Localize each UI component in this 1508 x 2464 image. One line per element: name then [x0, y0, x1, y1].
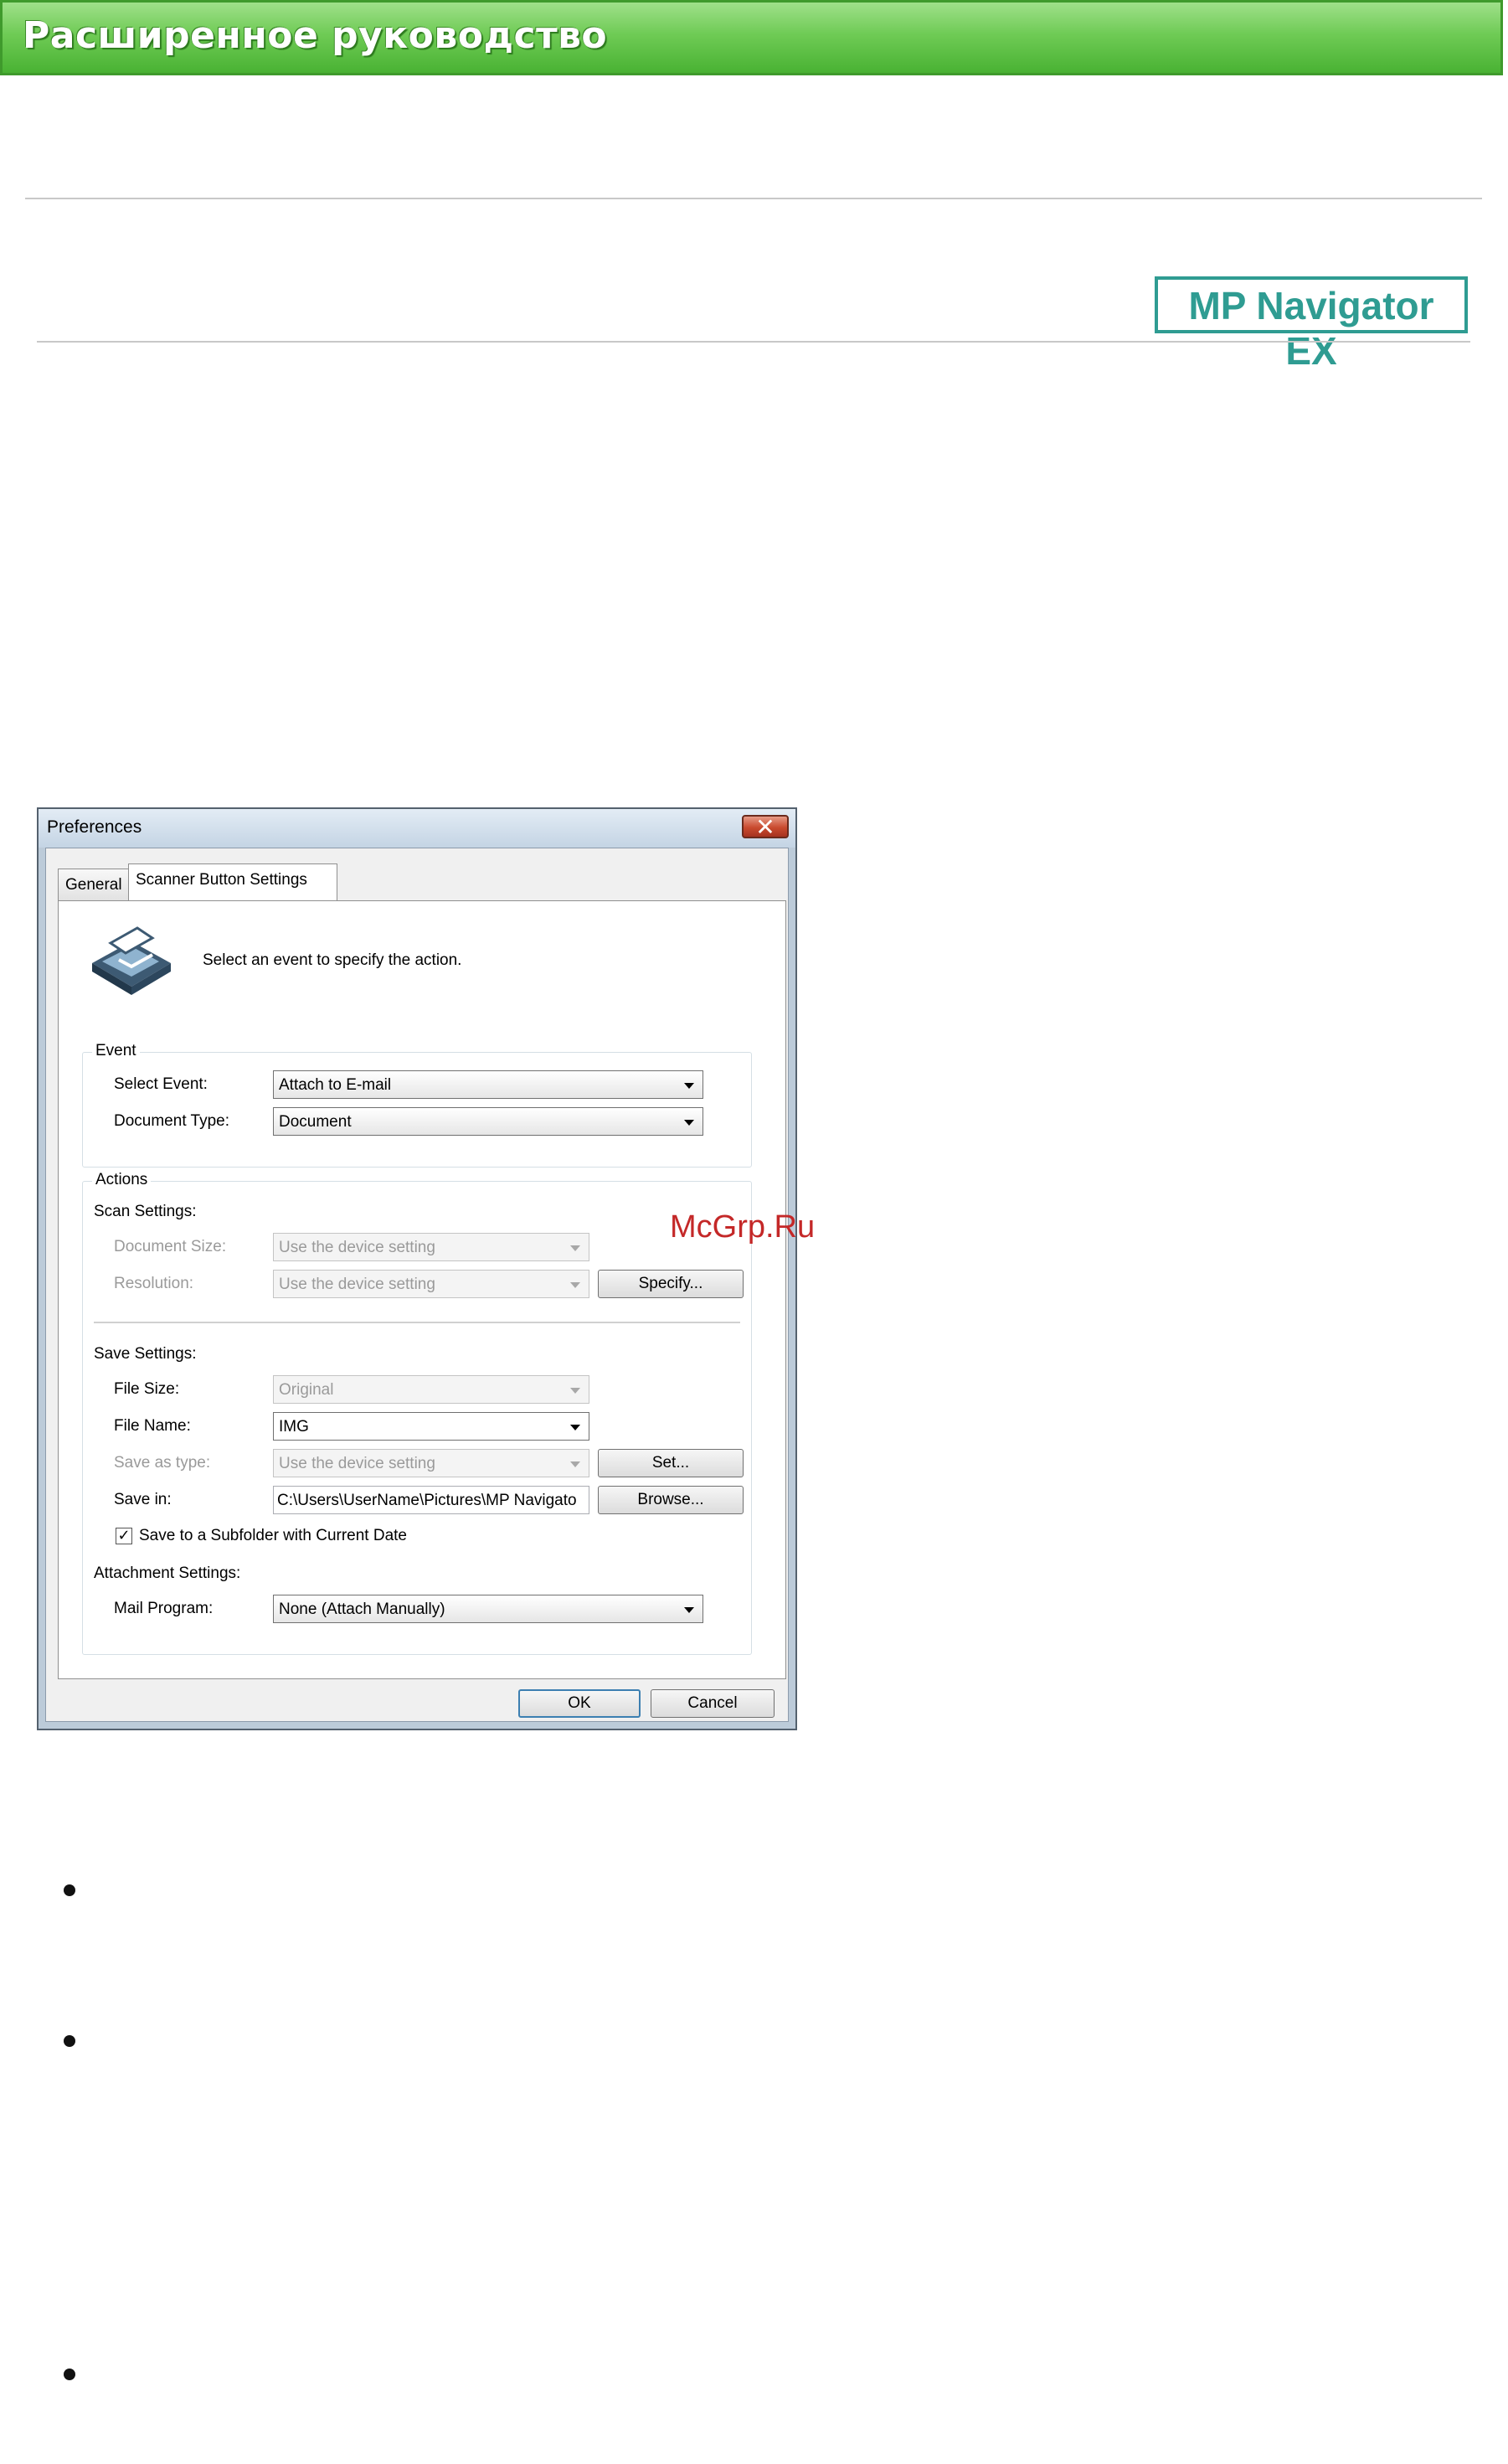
save-as-type-value: Use the device setting — [279, 1455, 435, 1472]
save-in-input[interactable]: C:\Users\UserName\Pictures\MP Navigato — [273, 1486, 589, 1514]
close-icon: ✕ — [755, 813, 775, 841]
tab-scanner-button-settings[interactable]: Scanner Button Settings — [128, 863, 337, 900]
header-banner: Расширенное руководство — [0, 0, 1503, 75]
tab-panel: Select an event to specify the action. E… — [58, 900, 786, 1679]
close-button[interactable]: ✕ — [742, 813, 789, 841]
separator — [94, 1322, 740, 1323]
chevron-down-icon — [570, 1461, 580, 1467]
watermark: McGrp.Ru — [670, 1209, 816, 1245]
cancel-button[interactable]: Cancel — [651, 1689, 775, 1718]
tab-scanner-button-settings-label: Scanner Button Settings — [136, 871, 307, 889]
chevron-down-icon — [684, 1120, 694, 1126]
specify-button[interactable]: Specify... — [598, 1270, 744, 1298]
actions-group-title: Actions — [92, 1171, 152, 1189]
mail-program-value: None (Attach Manually) — [279, 1601, 445, 1618]
document-size-combo[interactable]: Use the device setting — [273, 1233, 589, 1261]
select-event-label: Select Event: — [114, 1075, 208, 1093]
save-in-value: C:\Users\UserName\Pictures\MP Navigato — [277, 1492, 577, 1509]
bullet — [64, 2035, 75, 2047]
chevron-down-icon — [570, 1425, 580, 1430]
bullet — [64, 1884, 75, 1896]
document-size-label: Document Size: — [114, 1238, 227, 1255]
mail-program-combo[interactable]: None (Attach Manually) — [273, 1595, 703, 1623]
save-in-label: Save in: — [114, 1491, 172, 1508]
divider — [37, 341, 1470, 343]
save-as-type-combo[interactable]: Use the device setting — [273, 1449, 589, 1477]
attachment-settings-label: Attachment Settings: — [94, 1564, 241, 1582]
file-name-label: File Name: — [114, 1417, 191, 1435]
mp-navigator-badge-label: MP Navigator EX — [1188, 284, 1434, 373]
chevron-down-icon — [684, 1083, 694, 1089]
mp-navigator-badge: MP Navigator EX — [1155, 276, 1468, 373]
preferences-dialog: Preferences ✕ General Scanner Button Set… — [37, 807, 797, 1730]
subfolder-checkbox[interactable]: ✓ — [116, 1528, 132, 1544]
chevron-down-icon — [570, 1245, 580, 1251]
chevron-down-icon — [570, 1388, 580, 1394]
document-type-label: Document Type: — [114, 1112, 230, 1130]
divider — [25, 198, 1482, 199]
page-title: Расширенное руководство — [23, 14, 608, 57]
set-button[interactable]: Set... — [598, 1449, 744, 1477]
select-event-combo[interactable]: Attach to E-mail — [273, 1070, 703, 1099]
mail-program-label: Mail Program: — [114, 1600, 214, 1617]
checkmark-icon: ✓ — [117, 1527, 131, 1544]
file-name-value: IMG — [279, 1418, 309, 1436]
dialog-client: General Scanner Button Settings Select a… — [45, 848, 789, 1722]
instruction-text: Select an event to specify the action. — [203, 951, 462, 969]
browse-button[interactable]: Browse... — [598, 1486, 744, 1514]
resolution-value: Use the device setting — [279, 1276, 435, 1293]
file-size-label: File Size: — [114, 1380, 180, 1398]
resolution-label: Resolution: — [114, 1275, 194, 1292]
chevron-down-icon — [570, 1282, 580, 1288]
tab-general-label: General — [65, 876, 122, 894]
save-as-type-label: Save as type: — [114, 1454, 211, 1472]
subfolder-checkbox-label: Save to a Subfolder with Current Date — [139, 1527, 408, 1544]
select-event-value: Attach to E-mail — [279, 1076, 392, 1094]
file-size-combo[interactable]: Original — [273, 1375, 589, 1404]
dialog-titlebar: Preferences ✕ — [39, 809, 795, 848]
file-name-combo[interactable]: IMG — [273, 1412, 589, 1441]
chevron-down-icon — [684, 1607, 694, 1613]
document-size-value: Use the device setting — [279, 1239, 435, 1256]
tab-general[interactable]: General — [58, 869, 130, 900]
document-type-combo[interactable]: Document — [273, 1107, 703, 1136]
save-settings-label: Save Settings: — [94, 1345, 197, 1363]
event-group-title: Event — [92, 1042, 140, 1060]
dialog-title: Preferences — [47, 817, 142, 837]
bullet — [64, 2369, 75, 2380]
document-type-value: Document — [279, 1113, 352, 1131]
resolution-combo[interactable]: Use the device setting — [273, 1270, 589, 1298]
file-size-value: Original — [279, 1381, 334, 1399]
ok-button[interactable]: OK — [518, 1689, 641, 1718]
scan-settings-label: Scan Settings: — [94, 1203, 197, 1220]
scanner-icon — [92, 926, 171, 995]
